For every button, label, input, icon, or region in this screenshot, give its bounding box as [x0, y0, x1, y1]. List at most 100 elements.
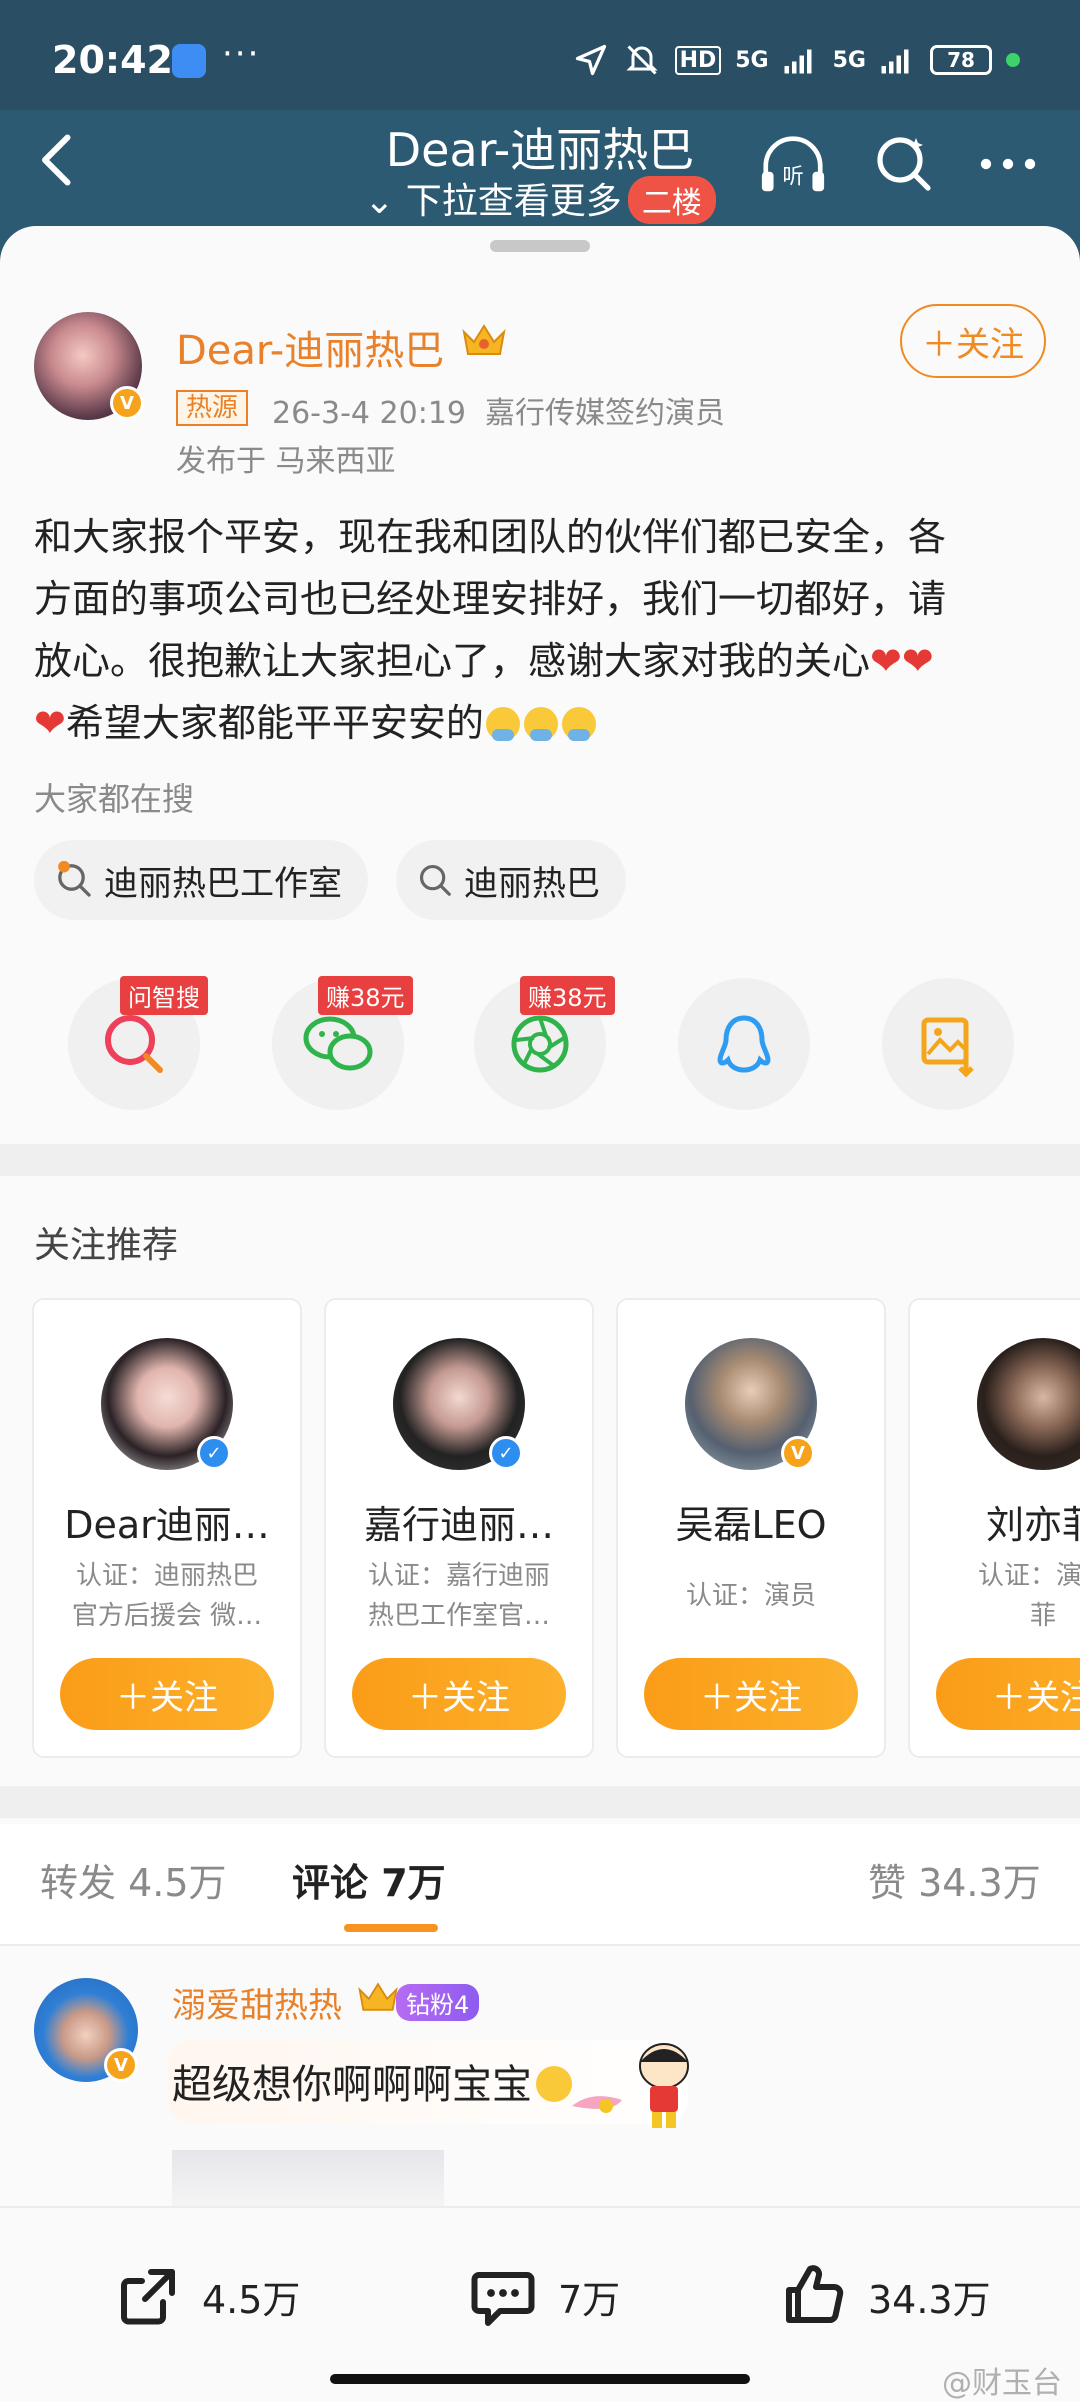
qq-icon: [717, 1015, 771, 1073]
commenter-name[interactable]: 溺爱甜热热: [172, 1978, 342, 2027]
mute-icon: [625, 45, 658, 75]
hot-source-tag: 热源: [176, 390, 249, 426]
follow-recommend-title: 关注推荐: [34, 1225, 179, 1266]
search-chip-studio[interactable]: 迪丽热巴工作室: [34, 840, 368, 920]
comment-text: 超级想你啊啊啊宝宝: [172, 2052, 572, 2110]
recommend-name: Dear迪丽…: [64, 1503, 270, 1547]
recommend-name: 嘉行迪丽…: [363, 1503, 554, 1547]
share-badge: 问智搜: [120, 976, 208, 1015]
interaction-tabs: 转发 4.5万 评论 7万 赞 34.3万: [0, 1824, 1080, 1944]
post-meta: 26-3-4 20:19 嘉行传媒签约演员: [272, 396, 726, 431]
repost-button[interactable]: 4.5万: [112, 2256, 300, 2336]
drag-handle[interactable]: [490, 240, 590, 252]
thumbs-up-icon: [786, 2265, 844, 2323]
more-notifications-icon: ···: [222, 34, 261, 74]
recommend-name: 吴磊LEO: [675, 1503, 827, 1547]
recommend-desc: 认证：嘉行迪丽 热巴工作室官…: [324, 1556, 594, 1636]
search-chip-name[interactable]: 迪丽热巴: [396, 840, 626, 920]
content-line: 放心。很抱歉让大家担心了，感谢大家对我的关心❤❤: [34, 630, 1044, 692]
content-text: 放心。很抱歉让大家担心了，感谢大家对我的关心: [34, 639, 871, 683]
chevron-down-icon: ⌄: [364, 181, 406, 222]
verified-badge-icon: V: [104, 2048, 138, 2082]
section-divider: [0, 1786, 1080, 1818]
status-time: 20:42: [52, 38, 173, 82]
comment-text-content: 超级想你啊啊啊宝宝: [172, 2062, 532, 2108]
listen-label: 听: [782, 164, 803, 189]
post-location: 发布于 马来西亚: [176, 444, 396, 479]
recommend-desc-line: 热巴工作室官…: [367, 1601, 550, 1631]
status-indicators: HD 5G 5G 78: [573, 40, 1020, 80]
headphone-icon: 听: [761, 136, 825, 192]
network-type-1: 5G: [735, 47, 769, 73]
recommend-name: 刘亦菲: [985, 1503, 1080, 1547]
content-line: 方面的事项公司也已经处理安排好，我们一切都好，请: [34, 577, 947, 621]
recommend-follow-button[interactable]: ＋关注: [644, 1658, 858, 1730]
share-qq-button[interactable]: [678, 978, 810, 1110]
share-icon: [121, 2269, 175, 2325]
privacy-indicator-icon: [1006, 53, 1020, 67]
repost-count: 4.5万: [202, 2277, 301, 2322]
tab-comment[interactable]: 评论 7万: [292, 1852, 446, 1907]
location-icon: [575, 44, 606, 76]
heart-emoji-icon: ❤❤: [870, 639, 934, 683]
home-indicator[interactable]: [330, 2374, 750, 2384]
recommend-desc-line: 官方后援会 微…: [71, 1601, 263, 1631]
app-notification-icon: [172, 44, 206, 78]
comment-count: 7万: [558, 2277, 621, 2322]
battery-icon: 78: [930, 45, 992, 75]
verified-badge-icon: V: [781, 1436, 815, 1470]
hug-emoji-icon: [485, 707, 520, 741]
recommend-follow-button[interactable]: ＋关注: [936, 1658, 1080, 1730]
recommend-desc-line: 认证：迪丽热巴: [75, 1561, 258, 1591]
verified-badge-icon: V: [110, 386, 144, 420]
share-badge: 赚38元: [520, 976, 615, 1015]
recommend-desc: 认证：演员: [616, 1576, 886, 1616]
recommend-desc-line: 菲: [1029, 1601, 1056, 1631]
save-image-button[interactable]: [882, 978, 1014, 1110]
crown-icon: [462, 324, 506, 355]
content-line: 和大家报个平安，现在我和团队的伙伴们都已安全，各: [34, 515, 947, 559]
recommend-desc-line: 认证：演员: [977, 1561, 1080, 1591]
listen-button[interactable]: 听: [758, 132, 825, 196]
hd-badge: HD: [674, 45, 722, 75]
hot-search-icon: [58, 860, 91, 897]
like-count: 34.3万: [868, 2277, 991, 2322]
hug-emoji-icon: [523, 707, 558, 741]
author-name[interactable]: Dear-迪丽热巴: [176, 318, 444, 376]
save-image-icon: [921, 1017, 974, 1078]
tab-repost[interactable]: 转发 4.5万: [40, 1852, 227, 1907]
verified-badge-icon: ✓: [489, 1436, 523, 1470]
smart-search-icon[interactable]: [872, 132, 936, 196]
recommend-follow-button[interactable]: ＋关注: [60, 1658, 274, 1730]
section-divider: [0, 1144, 1080, 1176]
nav-bar: Dear-迪丽热巴 ⌄ 下拉查看更多 二楼 听: [0, 110, 1080, 232]
signal-icon: [784, 49, 812, 74]
second-floor-tag: 二楼: [627, 176, 716, 224]
comment-button[interactable]: 7万: [466, 2256, 620, 2336]
search-chip-label: 迪丽热巴工作室: [104, 863, 342, 904]
verified-badge-icon: ✓: [197, 1436, 231, 1470]
active-tab-indicator: [344, 1924, 438, 1932]
bottom-action-bar: 4.5万 7万 34.3万 @财玉台: [0, 2206, 1080, 2402]
share-badge: 赚38元: [318, 976, 413, 1015]
recommend-follow-button[interactable]: ＋关注: [352, 1658, 566, 1730]
comment-icon: [471, 2272, 535, 2326]
recommend-desc-line: 认证：嘉行迪丽: [367, 1561, 550, 1591]
watermark: @财玉台: [942, 2366, 1062, 2401]
recommend-desc: 认证：演员菲: [908, 1556, 1080, 1636]
tabs-divider: [0, 1944, 1080, 1946]
hug-emoji-icon: [561, 707, 596, 741]
trending-search-label: 大家都在搜: [34, 780, 195, 818]
pull-down-text: 下拉查看更多: [405, 181, 622, 222]
status-bar: 20:42 ··· HD 5G 5G 78: [0, 0, 1080, 110]
signal-icon-2: [881, 49, 909, 74]
more-icon[interactable]: [976, 132, 1040, 196]
recommend-desc: 认证：迪丽热巴 官方后援会 微…: [32, 1556, 302, 1636]
cartoon-sticker-icon: [572, 2043, 689, 2128]
tab-like[interactable]: 赞 34.3万: [868, 1852, 1041, 1907]
like-button[interactable]: 34.3万: [776, 2256, 991, 2336]
search-chip-label: 迪丽热巴: [464, 863, 600, 904]
fan-level-badge: 钻粉4: [396, 1984, 480, 2021]
network-type-2: 5G: [832, 47, 866, 73]
follow-button[interactable]: ＋关注: [900, 304, 1046, 378]
